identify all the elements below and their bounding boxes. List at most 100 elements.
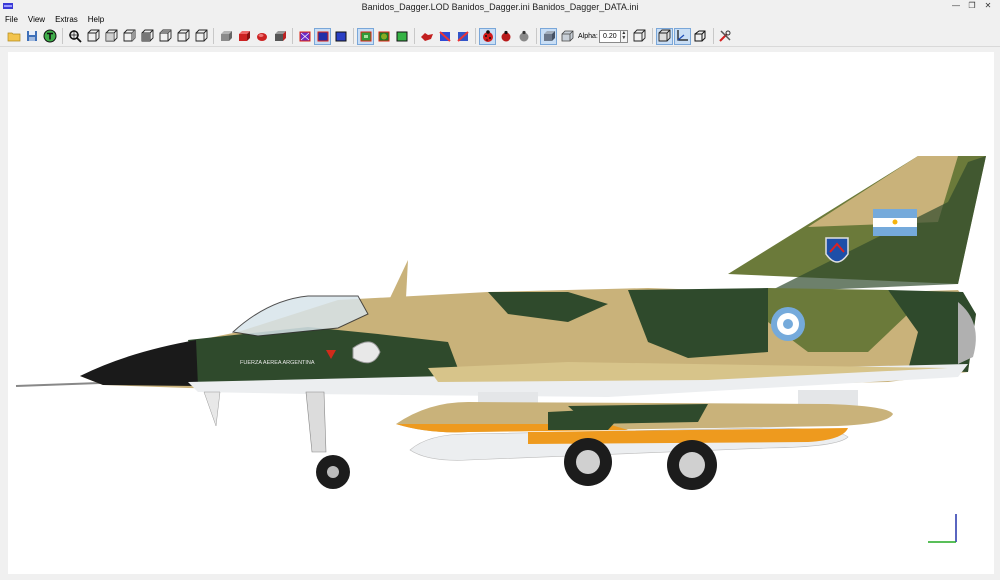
perspective-button[interactable]	[692, 28, 709, 45]
bug-gray-button[interactable]	[515, 28, 532, 45]
spin-down-icon[interactable]: ▼	[621, 35, 627, 41]
toolbar-separator	[213, 28, 214, 44]
shade-dark-button[interactable]	[271, 28, 288, 45]
shade-red-button[interactable]	[235, 28, 252, 45]
toolbar-separator	[536, 28, 537, 44]
toolbar-separator	[475, 28, 476, 44]
view-left-button[interactable]	[120, 28, 137, 45]
wire-cube-icon	[159, 29, 171, 42]
render-wire-button[interactable]	[296, 28, 313, 45]
tools-icon	[719, 30, 731, 42]
wire-cube-icon	[177, 29, 189, 42]
blue-cube-icon	[335, 31, 346, 42]
title-bar: Banidos_Dagger.LOD Banidos_Dagger.ini Ba…	[0, 0, 1000, 14]
model-red-button[interactable]	[418, 28, 435, 45]
menu-bar: File View Extras Help	[0, 14, 1000, 26]
toolbar-separator	[62, 28, 63, 44]
tools-button[interactable]	[717, 28, 734, 45]
wire-cube-icon	[141, 29, 153, 42]
menu-extras[interactable]: Extras	[50, 14, 83, 26]
restore-button[interactable]: ❐	[964, 0, 980, 12]
wire-cube-icon	[105, 29, 117, 42]
fuselage-lettering: FUERZA AEREA ARGENTINA	[240, 360, 315, 366]
bug-gray-icon	[519, 30, 528, 42]
window-title: Banidos_Dagger.LOD Banidos_Dagger.ini Ba…	[361, 2, 639, 12]
dark-cube-icon	[274, 31, 286, 41]
bounding-box-button[interactable]	[631, 28, 648, 45]
purple-cube-icon	[299, 31, 310, 42]
wire-cube-icon	[87, 29, 99, 42]
open-file-button[interactable]	[5, 28, 22, 45]
axes-icon	[677, 30, 689, 41]
ventral-fin	[203, 391, 221, 427]
green-sphere-icon	[378, 31, 389, 42]
ladybug-icon	[482, 30, 493, 42]
grid-cube-icon	[658, 29, 671, 42]
app-window: Banidos_Dagger.LOD Banidos_Dagger.ini Ba…	[0, 0, 1000, 580]
red-cube-icon	[238, 31, 250, 41]
toolbar-separator	[712, 28, 714, 44]
gray-cube-icon	[220, 31, 232, 41]
perspective-cube-icon	[694, 30, 706, 42]
toolbar-separator	[414, 28, 415, 44]
view-right-button[interactable]	[138, 28, 155, 45]
menu-help[interactable]: Help	[83, 14, 109, 26]
render-solid-button[interactable]	[314, 27, 331, 45]
texture-button[interactable]	[41, 28, 58, 45]
toolbar-separator	[292, 28, 293, 44]
view-top-button[interactable]	[156, 28, 173, 45]
normals-button[interactable]	[357, 27, 374, 45]
view-front-button[interactable]	[84, 28, 101, 45]
view-bottom-button[interactable]	[174, 28, 191, 45]
wire-cube-icon	[195, 29, 207, 42]
texture-t-icon	[43, 29, 56, 43]
wire-cube-icon	[633, 29, 646, 42]
ladybug-button[interactable]	[479, 27, 496, 45]
window-controls: — ❐ ✕	[948, 0, 996, 12]
blue-model-icon	[438, 31, 451, 42]
wire-cube-icon	[123, 29, 135, 42]
blue-cube-icon	[317, 31, 328, 42]
model-blue-button[interactable]	[436, 28, 453, 45]
folder-icon	[7, 32, 20, 42]
alpha-label: Alpha:	[578, 32, 598, 40]
red-model-icon	[420, 33, 433, 41]
zoom-button[interactable]	[66, 28, 83, 45]
toolbar: Alpha: 0.20 ▲ ▼	[0, 26, 1000, 47]
bug-icon	[501, 30, 510, 42]
alpha-spinner[interactable]: ▲ ▼	[620, 29, 628, 43]
green-cube-icon	[360, 31, 371, 42]
grid-box-button[interactable]	[655, 27, 673, 45]
axes-button[interactable]	[673, 27, 691, 45]
nose-cone	[80, 340, 198, 386]
model-blue-alt-button[interactable]	[454, 28, 471, 45]
red-ball-cube-icon	[256, 33, 267, 41]
save-icon	[26, 31, 37, 41]
blue-model-icon	[456, 31, 469, 42]
shade-gray-button[interactable]	[217, 28, 234, 45]
menu-view[interactable]: View	[23, 14, 50, 26]
alpha-input[interactable]: 0.20	[598, 29, 621, 43]
render-textured-button[interactable]	[332, 28, 349, 45]
green-cube-icon	[396, 31, 407, 42]
pitot-tube	[15, 382, 101, 387]
dorsal-antenna	[390, 260, 408, 298]
bug-button[interactable]	[497, 28, 514, 45]
solid-box-button[interactable]	[540, 27, 557, 45]
toolbar-separator	[651, 28, 653, 44]
solid-box-icon	[543, 31, 555, 41]
zoom-icon	[68, 30, 82, 43]
nose-gear-strut	[305, 391, 327, 453]
view-back-button[interactable]	[102, 28, 119, 45]
transparent-box-icon	[561, 30, 573, 42]
menu-file[interactable]: File	[0, 14, 23, 26]
save-button[interactable]	[23, 28, 40, 45]
minimize-button[interactable]: —	[948, 0, 964, 12]
smooth-green-button[interactable]	[375, 28, 392, 45]
flat-green-button[interactable]	[393, 28, 410, 45]
model-viewport[interactable]: FUERZA AEREA ARGENTINA	[8, 52, 994, 574]
close-button[interactable]: ✕	[980, 0, 996, 12]
shade-red-smooth-button[interactable]	[253, 28, 270, 45]
transparent-box-button[interactable]	[558, 28, 575, 45]
view-iso-button[interactable]	[192, 28, 209, 45]
